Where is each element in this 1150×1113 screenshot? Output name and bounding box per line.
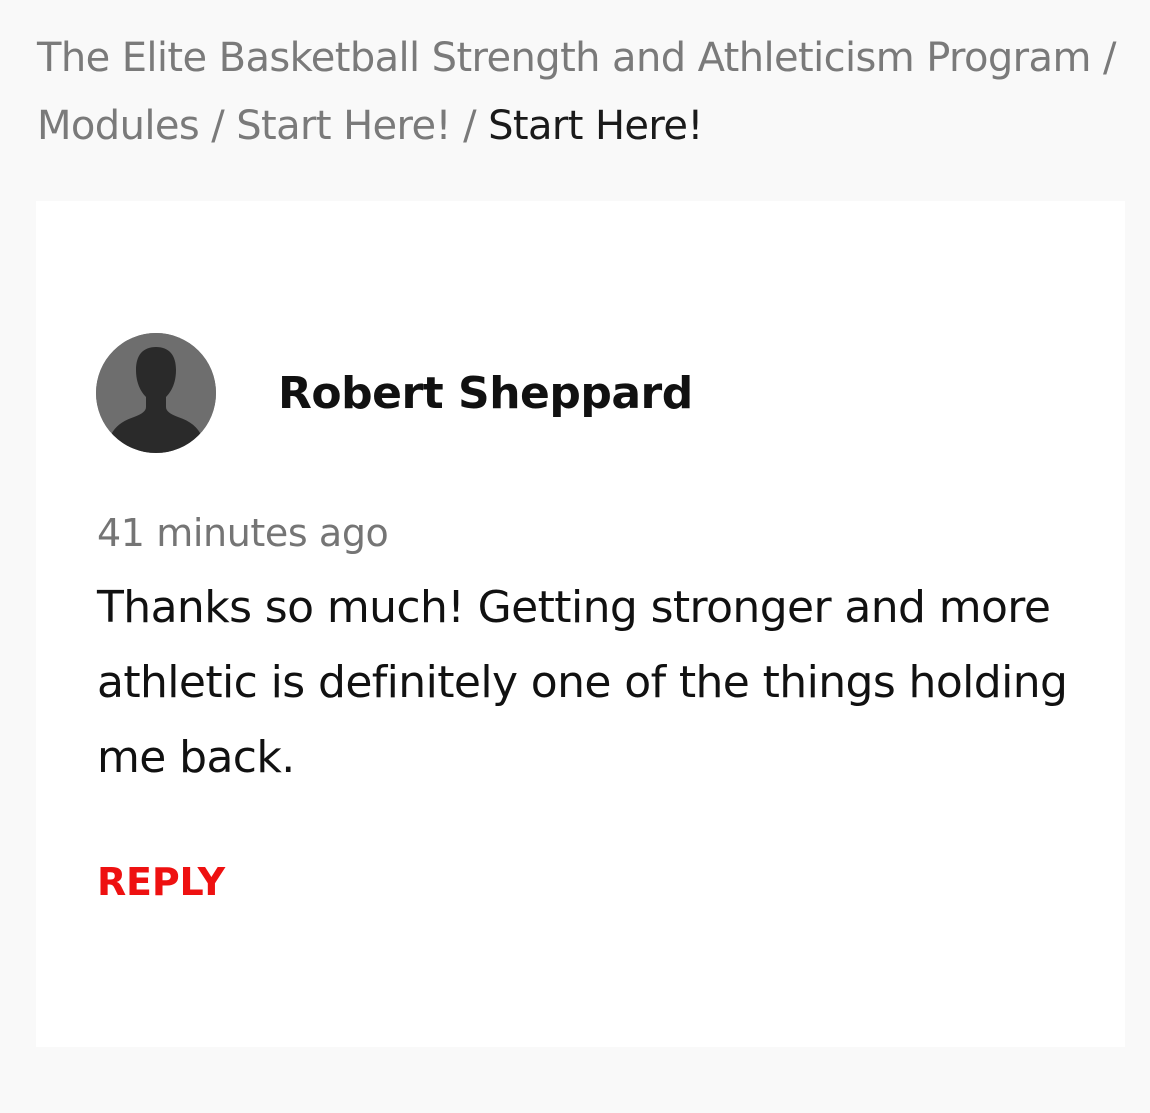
avatar [96,333,216,453]
breadcrumb-link-program[interactable]: The Elite Basketball Strength and Athlet… [37,35,1091,81]
comment-author: Robert Sheppard [278,368,693,419]
breadcrumb-separator: / [463,103,476,149]
breadcrumb: The Elite Basketball Strength and Athlet… [37,24,1127,160]
breadcrumb-link-start-here[interactable]: Start Here! [236,103,451,149]
comment-body: Thanks so much! Getting stronger and mor… [97,582,1068,783]
comment-card: Robert Sheppard 41 minutes ago Thanks so… [36,201,1125,1047]
breadcrumb-link-modules[interactable]: Modules [37,103,200,149]
user-silhouette-icon [96,333,216,453]
breadcrumb-separator: / [211,103,225,149]
reply-button[interactable]: REPLY [97,854,225,910]
comment-timestamp: 41 minutes ago [97,511,389,555]
breadcrumb-separator: / [1102,35,1116,81]
breadcrumb-current: Start Here! [488,103,703,149]
